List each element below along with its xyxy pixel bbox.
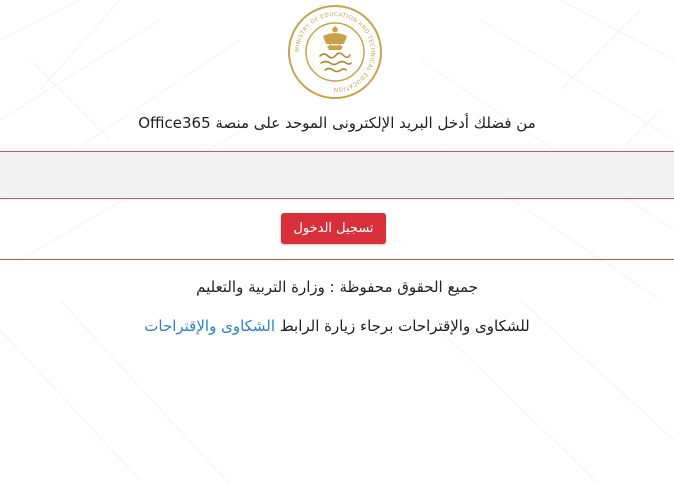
copyright-text: جميع الحقوق محفوظة : وزارة التربية والتع…	[196, 278, 478, 296]
login-button[interactable]: تسجيل الدخول	[281, 213, 386, 244]
complaints-link[interactable]: الشكاوى والإقتراحات	[144, 317, 275, 335]
complaints-text: للشكاوى والإقتراحات برجاء زيارة الرابط	[275, 317, 530, 335]
login-prompt: من فضلك أدخل البريد الإلكترونى الموحد عل…	[138, 114, 536, 132]
divider	[0, 259, 674, 260]
complaints-line: للشكاوى والإقتراحات برجاء زيارة الرابط ا…	[0, 317, 674, 335]
email-field[interactable]	[0, 151, 674, 199]
ministry-logo: MINISTRY OF EDUCATION AND TECHNICAL EDUC…	[288, 5, 382, 99]
